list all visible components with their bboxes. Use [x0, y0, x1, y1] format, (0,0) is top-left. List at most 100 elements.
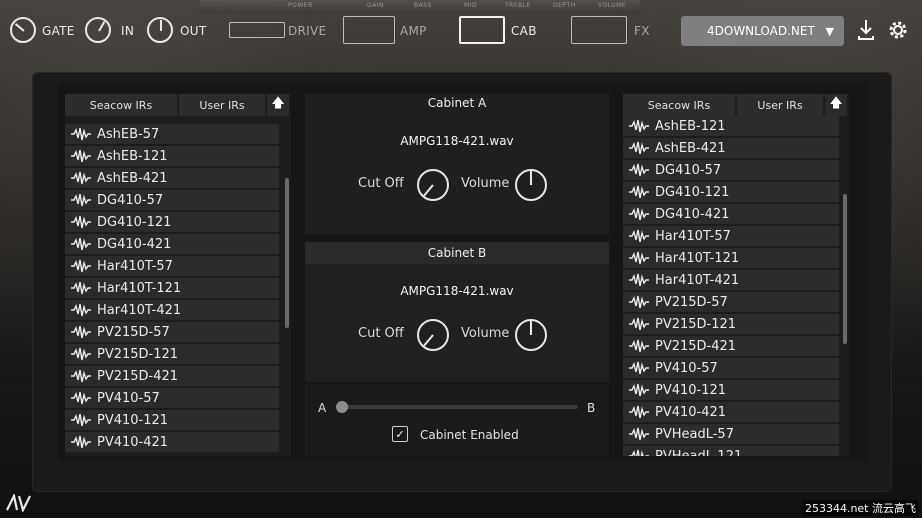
cabinet-enabled-checkbox[interactable]: ✓ — [392, 426, 408, 442]
gear-icon[interactable] — [886, 18, 910, 42]
list-item[interactable]: DG410-121 — [65, 212, 279, 234]
cabinet-a-cutoff-knob[interactable] — [417, 169, 449, 201]
waveform-icon — [71, 391, 91, 405]
right-rows: AshEB-121 AshEB-421 DG410-57 DG410-121 DG410… — [623, 116, 839, 456]
list-item[interactable]: PV410-57 — [623, 358, 839, 380]
list-item[interactable]: DG410-57 — [65, 190, 279, 212]
cab-module-icon[interactable] — [459, 16, 505, 44]
input-knob[interactable] — [85, 17, 111, 43]
list-item[interactable]: AshEB-121 — [65, 146, 279, 168]
list-item[interactable]: PVHeadL-121 — [623, 446, 839, 456]
waveform-icon — [629, 449, 649, 456]
cabinet-b-file[interactable]: AMPG118-421.wav — [305, 284, 609, 298]
gate-label: GATE — [42, 24, 75, 38]
mix-slider-track[interactable] — [342, 405, 578, 409]
ir-name: DG410-121 — [655, 184, 730, 200]
list-item[interactable]: AshEB-57 — [65, 124, 279, 146]
waveform-icon — [71, 127, 91, 141]
cabinet-b-cutoff-knob[interactable] — [417, 319, 449, 351]
watermark: 253344.net 流云高飞 — [802, 500, 918, 516]
waveform-icon — [629, 163, 649, 177]
ir-name: Har410T-121 — [655, 250, 740, 266]
list-item[interactable]: Har410T-421 — [65, 300, 279, 322]
cabinet-a-volume-knob[interactable] — [515, 169, 547, 201]
list-item[interactable]: PV410-121 — [65, 410, 279, 432]
ir-name: DG410-421 — [655, 206, 730, 222]
right-tabs: Seacow IRs User IRs 🡅 — [623, 94, 847, 116]
waveform-icon — [71, 435, 91, 449]
list-item[interactable]: Har410T-57 — [623, 226, 839, 248]
ir-name: AshEB-121 — [97, 148, 168, 164]
fx-module-icon[interactable] — [571, 16, 627, 44]
volume-label: Volume — [461, 176, 510, 191]
tab-user-irs[interactable]: User IRs — [179, 94, 265, 116]
amp-module-icon[interactable] — [343, 16, 395, 44]
list-item[interactable]: DG410-421 — [623, 204, 839, 226]
waveform-icon — [71, 193, 91, 207]
drive-module-icon[interactable] — [229, 22, 285, 38]
list-item[interactable]: AshEB-421 — [623, 138, 839, 160]
list-item[interactable]: Har410T-121 — [623, 248, 839, 270]
waveform-icon — [629, 295, 649, 309]
cabinet-b-volume-knob[interactable] — [515, 319, 547, 351]
ir-name: PV215D-57 — [655, 294, 728, 310]
ir-name: PV410-121 — [97, 412, 169, 428]
tab-seacow-irs[interactable]: Seacow IRs — [65, 94, 177, 116]
tab-user-irs[interactable]: User IRs — [737, 94, 823, 116]
ir-name: PV410-57 — [97, 390, 160, 406]
list-item[interactable]: DG410-121 — [623, 182, 839, 204]
list-item[interactable]: PV410-421 — [623, 402, 839, 424]
ir-name: Har410T-121 — [97, 280, 182, 296]
list-item[interactable]: Har410T-121 — [65, 278, 279, 300]
mix-label-a: A — [318, 401, 327, 415]
right-ir-list: Seacow IRs User IRs 🡅 AshEB-121 AshEB-421… — [623, 94, 849, 456]
right-scrollbar[interactable] — [843, 194, 847, 344]
up-arrow-icon[interactable]: 🡅 — [825, 94, 847, 116]
tab-seacow-irs[interactable]: Seacow IRs — [623, 94, 735, 116]
list-item[interactable]: Har410T-57 — [65, 256, 279, 278]
left-scrollbar[interactable] — [285, 178, 289, 328]
list-item[interactable]: DG410-57 — [623, 160, 839, 182]
fx-tab[interactable]: FX — [634, 24, 650, 38]
ir-name: Har410T-421 — [97, 302, 182, 318]
cabinet-a-title: Cabinet A — [427, 96, 487, 110]
gate-knob[interactable] — [10, 17, 36, 43]
drive-tab[interactable]: DRIVE — [288, 24, 326, 38]
up-arrow-icon[interactable]: 🡅 — [267, 94, 289, 116]
cabinet-b-title: Cabinet B — [427, 246, 487, 260]
preset-selector[interactable]: 4DOWNLOAD.NET ▼ — [681, 16, 844, 46]
ir-name: PV215D-421 — [97, 368, 179, 384]
mix-slider-thumb[interactable] — [336, 401, 348, 413]
volume-label: Volume — [461, 326, 510, 341]
brand-logo-icon — [6, 494, 31, 512]
download-icon[interactable] — [856, 18, 876, 42]
waveform-icon — [629, 141, 649, 155]
list-item[interactable]: PV215D-421 — [65, 366, 279, 388]
list-item[interactable]: PV215D-421 — [623, 336, 839, 358]
output-knob[interactable] — [147, 17, 173, 43]
list-item[interactable]: PV215D-121 — [623, 314, 839, 336]
list-item[interactable]: PV410-121 — [623, 380, 839, 402]
amp-tab[interactable]: AMP — [400, 24, 427, 38]
cabinet-enabled-label: Cabinet Enabled — [420, 428, 519, 442]
list-item[interactable]: Har410T-421 — [623, 270, 839, 292]
list-item[interactable]: DG410-421 — [65, 234, 279, 256]
list-item[interactable]: AshEB-121 — [623, 116, 839, 138]
cutoff-label: Cut Off — [358, 326, 404, 341]
cabinet-a-file[interactable]: AMPG118-421.wav — [305, 134, 609, 148]
list-item[interactable]: AshEB-421 — [65, 168, 279, 190]
cab-tab[interactable]: CAB — [511, 24, 537, 38]
waveform-icon — [629, 317, 649, 331]
list-item[interactable]: PV410-57 — [65, 388, 279, 410]
ir-name: PV215D-57 — [97, 324, 170, 340]
ir-name: DG410-121 — [97, 214, 172, 230]
list-item[interactable]: PV215D-121 — [65, 344, 279, 366]
list-item[interactable]: PVHeadL-57 — [623, 424, 839, 446]
waveform-icon — [629, 185, 649, 199]
list-item[interactable]: PV215D-57 — [65, 322, 279, 344]
ir-name: PV215D-121 — [655, 316, 737, 332]
waveform-icon — [71, 237, 91, 251]
list-item[interactable]: PV215D-57 — [623, 292, 839, 314]
list-item[interactable]: PV410-421 — [65, 432, 279, 454]
ir-name: AshEB-121 — [655, 118, 726, 134]
